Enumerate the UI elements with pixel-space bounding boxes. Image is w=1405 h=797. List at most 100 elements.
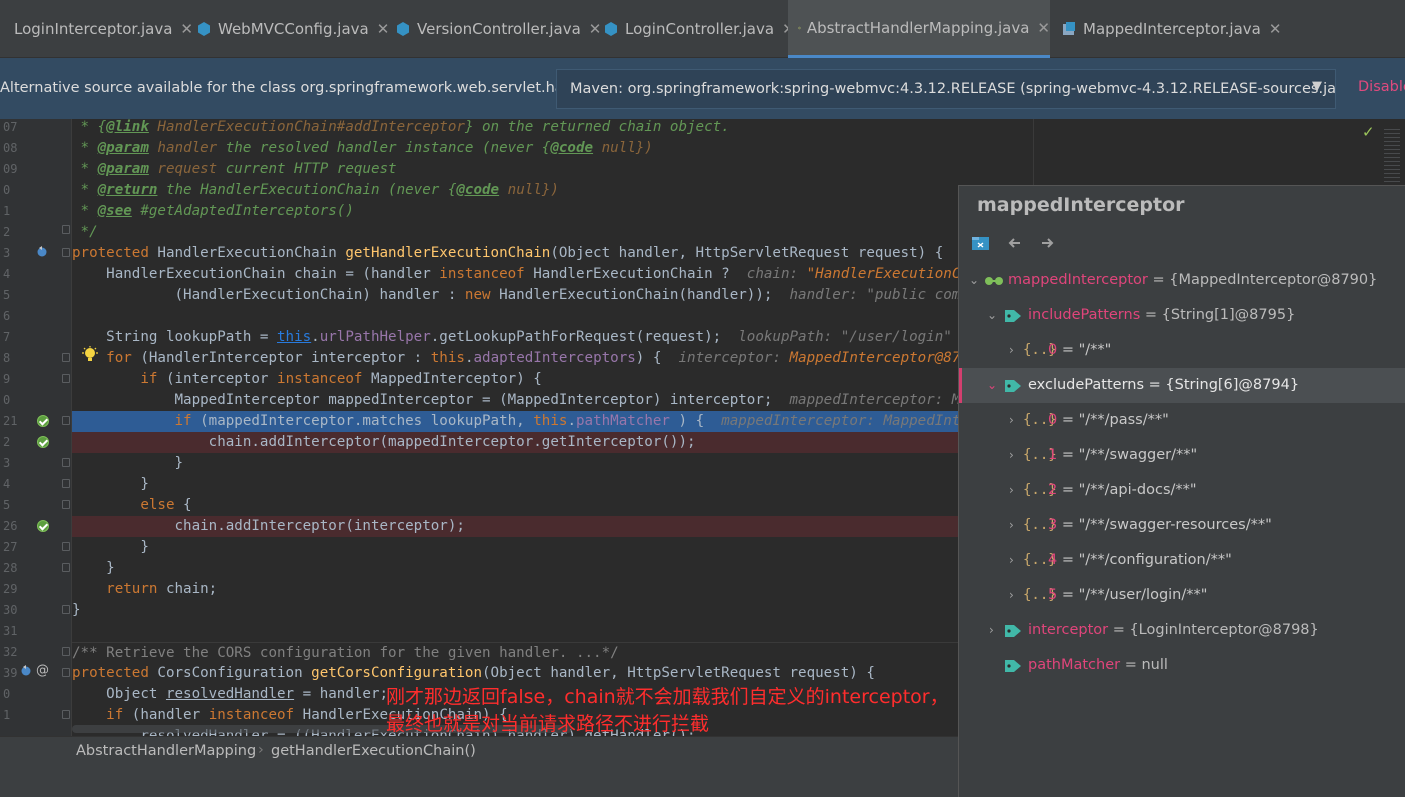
tree-node-exclude-item[interactable]: › {..} 4 = "/**/configuration/**"	[959, 543, 1405, 578]
fold-marker-icon[interactable]	[62, 248, 70, 257]
code-line: (HandlerExecutionChain) handler : new Ha…	[72, 287, 958, 303]
chevron-right-icon[interactable]: ›	[1009, 508, 1014, 543]
line-number: 26	[3, 519, 18, 533]
chevron-down-icon[interactable]: ⌄	[969, 263, 979, 298]
line-number: 2	[3, 435, 11, 449]
tab-abstract-handler-mapping[interactable]: AbstractHandlerMapping.java ✕	[788, 0, 1050, 58]
breakpoint-line: chain.addInterceptor(mappedInterceptor.g…	[72, 432, 958, 453]
breadcrumb-method[interactable]: getHandlerExecutionChain()	[271, 743, 476, 759]
tree-node-exclude-item[interactable]: › {..} 3 = "/**/swagger-resources/**"	[959, 508, 1405, 543]
scroll-minimap[interactable]	[1384, 129, 1400, 184]
code-line: }	[72, 602, 81, 618]
chevron-right-icon[interactable]: ›	[1009, 333, 1014, 368]
breakpoint-icon[interactable]	[37, 520, 49, 532]
tree-node-mapped-interceptor[interactable]: ⌄ mappedInterceptor = {MappedInterceptor…	[959, 263, 1405, 298]
tab-label: LoginController.java	[625, 20, 775, 38]
tab-login-controller[interactable]: LoginController.java ✕	[603, 0, 795, 58]
tree-node-interceptor[interactable]: › interceptor = {LoginInterceptor@8798}	[959, 613, 1405, 648]
tree-node-path-matcher[interactable]: pathMatcher = null	[959, 648, 1405, 683]
tab-mapped-interceptor[interactable]: MappedInterceptor.java ✕	[1061, 0, 1281, 58]
fold-marker-icon[interactable]	[62, 353, 70, 362]
chevron-right-icon[interactable]: ›	[1009, 543, 1014, 578]
var-value: = {MappedInterceptor@8790}	[1147, 272, 1378, 288]
field-tag-icon	[1005, 310, 1021, 322]
open-in-tab-icon[interactable]	[971, 234, 991, 252]
dropdown-caret-icon[interactable]: ▼	[1312, 79, 1322, 94]
current-execution-line: if (mappedInterceptor.matches lookupPath…	[72, 411, 958, 432]
field-tag-icon	[1005, 660, 1021, 672]
code-line: for (HandlerInterceptor interceptor : th…	[106, 350, 958, 366]
code-line: */	[72, 224, 98, 240]
back-arrow-icon[interactable]	[1005, 234, 1025, 252]
tree-node-include-item[interactable]: › {..} 0 = "/**"	[959, 333, 1405, 368]
fold-marker-icon[interactable]	[62, 458, 70, 467]
close-icon[interactable]: ✕	[377, 20, 390, 38]
source-select[interactable]: Maven: org.springframework:spring-webmvc…	[556, 69, 1336, 109]
code-line: * @param handler the resolved handler in…	[72, 140, 653, 156]
code-line: * @see #getAdaptedInterceptors()	[72, 203, 354, 219]
fold-marker-icon[interactable]	[62, 668, 70, 677]
chevron-right-icon[interactable]: ›	[1009, 473, 1014, 508]
line-number: 4	[3, 267, 11, 281]
breadcrumb-separator: ›	[258, 742, 264, 758]
line-number: 4	[3, 477, 11, 491]
tree-node-exclude-patterns[interactable]: ⌄ excludePatterns = {String[6]@8794}	[959, 368, 1405, 403]
close-icon[interactable]: ✕	[589, 20, 602, 38]
fold-marker-icon[interactable]	[62, 500, 70, 509]
watch-glasses-icon	[985, 277, 1003, 285]
tab-version-controller[interactable]: VersionController.java ✕	[395, 0, 601, 58]
tab-label: AbstractHandlerMapping.java	[806, 18, 1030, 37]
var-name: includePatterns	[1028, 307, 1141, 323]
fold-marker-icon[interactable]	[62, 225, 70, 234]
fold-marker-icon[interactable]	[62, 374, 70, 383]
fold-marker-icon[interactable]	[62, 605, 70, 614]
tree-node-include-patterns[interactable]: ⌄ includePatterns = {String[1]@8795}	[959, 298, 1405, 333]
code-line: protected HandlerExecutionChain getHandl…	[72, 245, 944, 261]
tab-login-interceptor[interactable]: LoginInterceptor.java ✕	[0, 0, 193, 58]
code-content[interactable]: * {@link HandlerExecutionChain#addInterc…	[72, 119, 958, 736]
code-line: else {	[140, 497, 192, 513]
breakpoint-icon[interactable]	[37, 436, 49, 448]
line-number: 5	[3, 288, 11, 302]
line-number: 21	[3, 414, 18, 428]
fold-marker-icon[interactable]	[62, 479, 70, 488]
var-value: = "/**/swagger/**"	[1057, 447, 1198, 463]
override-method-icon[interactable]	[36, 246, 48, 258]
chevron-right-icon[interactable]: ›	[1009, 403, 1014, 438]
fold-marker-icon[interactable]	[62, 710, 70, 719]
fold-marker-icon[interactable]	[62, 416, 70, 425]
forward-arrow-icon[interactable]	[1037, 234, 1057, 252]
code-line: protected CorsConfiguration getCorsConfi…	[72, 665, 875, 681]
tree-node-exclude-item[interactable]: › {..} 5 = "/**/user/login/**"	[959, 578, 1405, 613]
breadcrumb-class[interactable]: AbstractHandlerMapping	[76, 743, 256, 759]
variable-inspector-popup: mappedInterceptor ⌄ mappedInterceptor = …	[958, 185, 1405, 797]
chevron-right-icon[interactable]: ›	[1009, 438, 1014, 473]
var-value: = "/**/swagger-resources/**"	[1057, 517, 1272, 533]
chevron-down-icon[interactable]: ⌄	[987, 368, 997, 403]
var-name: 0	[1048, 342, 1058, 358]
editor-gutter[interactable]: @ 07 08 09 0 1 2 3 4 5 6 7 8 9 0 21 2 3 4 5 26 27 28 29 30 31 32 3…	[0, 119, 98, 736]
tab-webmvc-config[interactable]: WebMVCConfig.java ✕	[196, 0, 389, 58]
chevron-down-icon[interactable]: ⌄	[987, 298, 997, 333]
close-icon[interactable]: ✕	[180, 20, 193, 38]
fold-marker-icon[interactable]	[62, 647, 70, 656]
fold-marker-icon[interactable]	[62, 563, 70, 572]
line-number: 6	[3, 309, 11, 323]
disable-link[interactable]: Disable	[1358, 79, 1405, 95]
chevron-right-icon[interactable]: ›	[989, 613, 994, 648]
breakpoint-line: chain.addInterceptor(interceptor);	[72, 516, 958, 537]
var-value: = {String[6]@8794}	[1144, 377, 1300, 393]
tree-node-exclude-item[interactable]: › {..} 2 = "/**/api-docs/**"	[959, 473, 1405, 508]
breakpoint-icon[interactable]	[37, 415, 49, 427]
chevron-right-icon[interactable]: ›	[1009, 578, 1014, 613]
line-number: 1	[3, 204, 11, 218]
close-icon[interactable]: ✕	[1269, 20, 1282, 38]
tree-node-exclude-item[interactable]: › {..} 0 = "/**/pass/**"	[959, 403, 1405, 438]
class-file-icon	[798, 26, 801, 29]
close-icon[interactable]: ✕	[1037, 19, 1050, 37]
tree-node-exclude-item[interactable]: › {..} 1 = "/**/swagger/**"	[959, 438, 1405, 473]
annotation-note: 刚才那边返回false，chain就不会加载我们自定义的interceptor，…	[386, 684, 1006, 736]
fold-marker-icon[interactable]	[62, 542, 70, 551]
annotation-icon[interactable]: @	[36, 663, 49, 678]
java-class-icon	[397, 22, 409, 36]
